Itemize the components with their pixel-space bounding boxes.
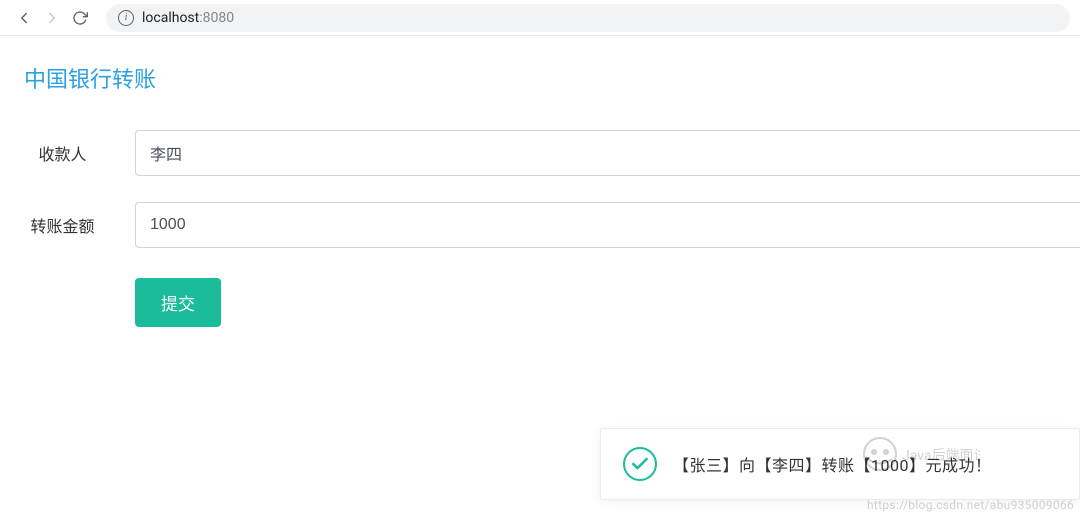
amount-label: 转账金额: [0, 213, 135, 237]
amount-row: 转账金额: [0, 202, 1080, 248]
submit-button[interactable]: 提交: [135, 278, 221, 327]
payee-label: 收款人: [0, 141, 135, 165]
check-icon: [623, 447, 657, 481]
payee-input[interactable]: [135, 130, 1080, 176]
payee-row: 收款人: [0, 130, 1080, 176]
site-info-icon[interactable]: i: [118, 10, 134, 26]
forward-button[interactable]: [38, 4, 66, 32]
amount-input[interactable]: [135, 202, 1080, 248]
watermark-url: https://blog.csdn.net/abu935009066: [867, 498, 1074, 512]
reload-button[interactable]: [66, 4, 94, 32]
url-host: localhost: [142, 10, 199, 26]
address-bar[interactable]: i localhost:8080: [106, 4, 1070, 32]
success-toast: 【张三】向【李四】转账【1000】元成功！: [600, 428, 1080, 500]
page-content: 中国银行转账 收款人 转账金额 提交: [0, 36, 1080, 327]
page-title: 中国银行转账: [0, 40, 1080, 104]
url-port: :8080: [199, 10, 234, 26]
back-button[interactable]: [10, 4, 38, 32]
browser-toolbar: i localhost:8080: [0, 0, 1080, 36]
toast-message: 【张三】向【李四】转账【1000】元成功！: [673, 452, 991, 476]
submit-row: 提交: [0, 278, 1080, 327]
